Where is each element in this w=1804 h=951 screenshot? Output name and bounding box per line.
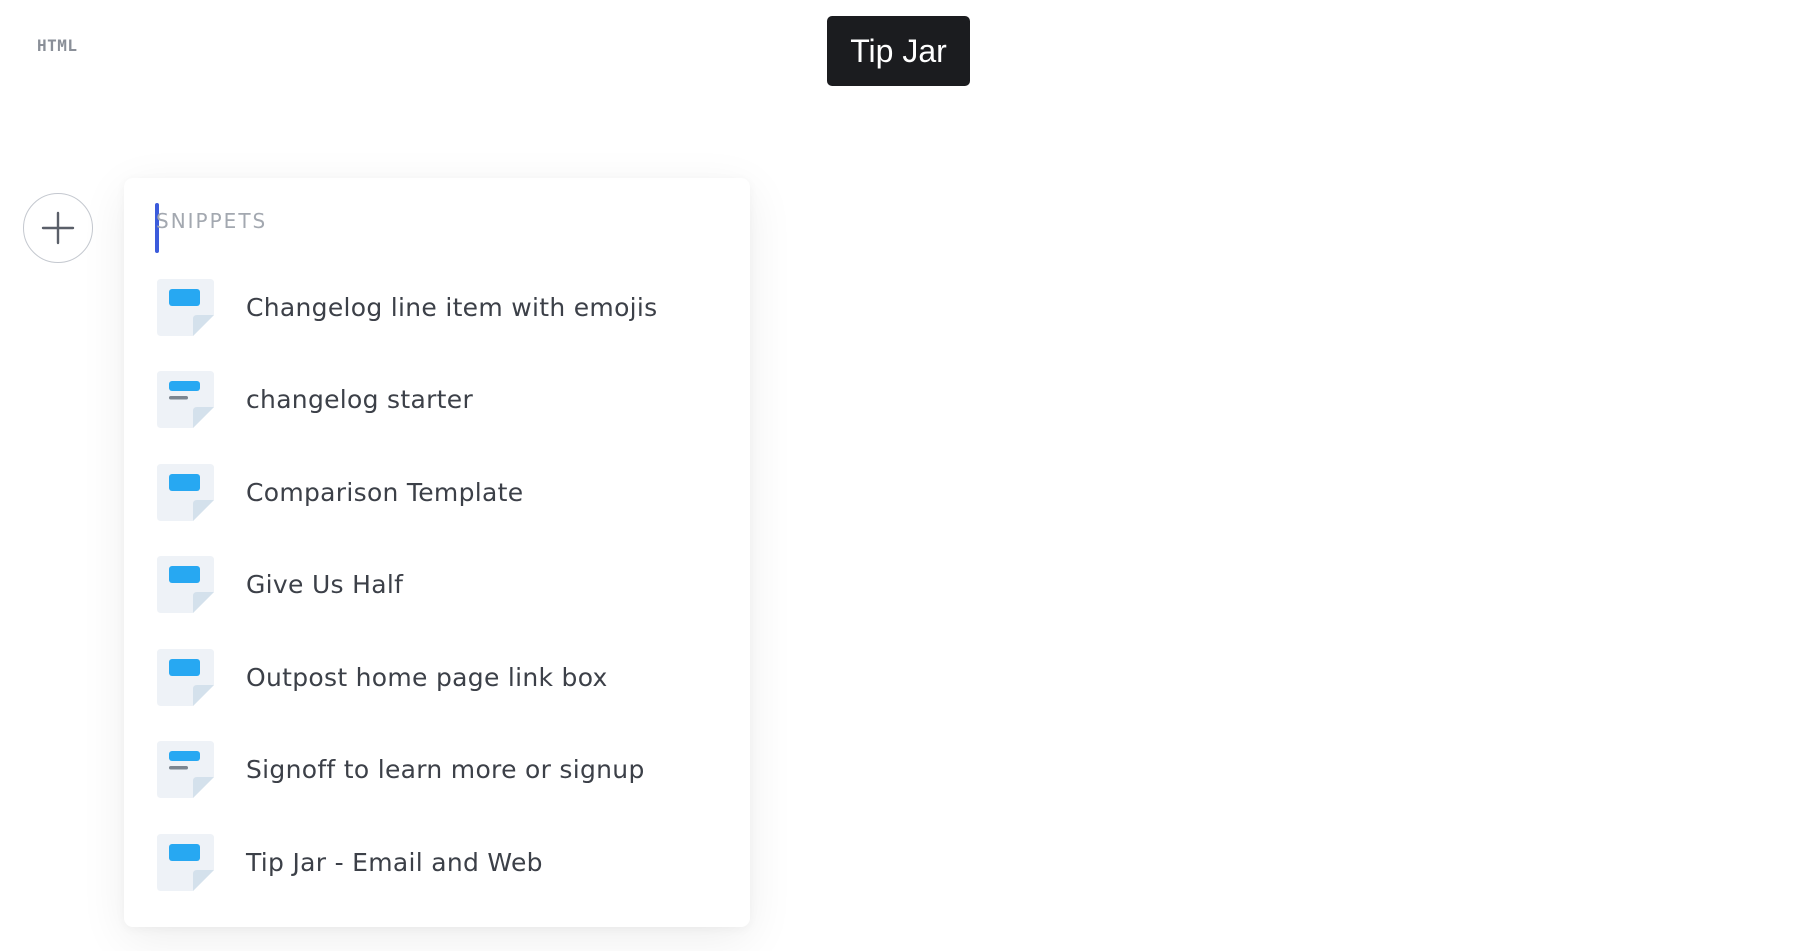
- snippet-item[interactable]: Tip Jar - Email and Web: [124, 816, 750, 909]
- snippet-block-icon: [157, 556, 214, 614]
- snippet-block-icon: [157, 648, 214, 706]
- snippet-text-icon: [157, 741, 214, 799]
- snippet-item[interactable]: Signoff to learn more or signup: [124, 724, 750, 817]
- snippet-item[interactable]: Comparison Template: [124, 446, 750, 539]
- snippet-label: Comparison Template: [246, 477, 524, 507]
- snippet-label: changelog starter: [246, 385, 474, 415]
- snippet-text-icon: [157, 371, 214, 429]
- language-label: HTML: [37, 36, 78, 55]
- post-title-tag[interactable]: Tip Jar: [827, 16, 970, 86]
- plus-icon: [41, 211, 75, 245]
- snippet-item[interactable]: Changelog line item with emojis: [124, 261, 750, 354]
- snippet-item[interactable]: Give Us Half: [124, 539, 750, 632]
- snippet-block-icon: [157, 278, 214, 336]
- snippet-label: Signoff to learn more or signup: [246, 755, 645, 785]
- snippet-list: Changelog line item with emojis changelo…: [124, 261, 750, 909]
- add-card-button[interactable]: [23, 193, 93, 263]
- snippet-label: Outpost home page link box: [246, 662, 608, 692]
- snippet-item[interactable]: Outpost home page link box: [124, 631, 750, 724]
- snippet-block-icon: [157, 463, 214, 521]
- snippet-block-icon: [157, 833, 214, 891]
- snippets-section-label: SNIPPETS: [156, 209, 268, 233]
- editor-page: HTML Tip Jar SNIPPETS Changelog line ite…: [0, 0, 1804, 951]
- snippets-menu: SNIPPETS Changelog line item with emojis…: [124, 178, 750, 927]
- snippet-label: Give Us Half: [246, 570, 404, 600]
- snippet-label: Changelog line item with emojis: [246, 292, 658, 322]
- snippet-label: Tip Jar - Email and Web: [246, 847, 543, 877]
- snippet-item[interactable]: changelog starter: [124, 354, 750, 447]
